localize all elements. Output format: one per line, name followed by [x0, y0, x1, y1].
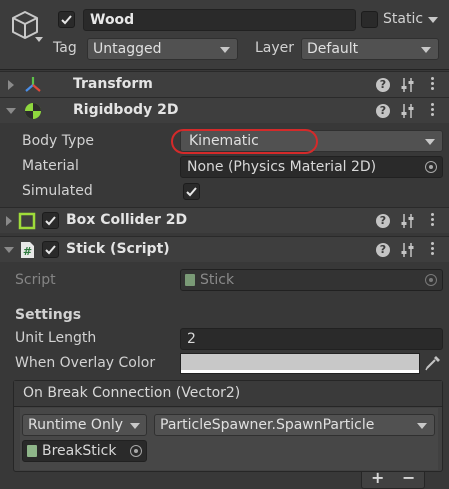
help-icon[interactable]: ?: [376, 214, 390, 228]
runtime-mode-dropdown[interactable]: Runtime Only: [22, 414, 147, 436]
component-enabled-checkbox[interactable]: [42, 212, 59, 229]
chevron-down-icon: [130, 423, 140, 429]
static-dropdown-caret-icon[interactable]: [428, 17, 438, 23]
gameobject-name-input[interactable]: Wood: [83, 9, 356, 31]
settings-heading: Settings: [15, 307, 82, 323]
foldout-arrow-icon[interactable]: [6, 216, 12, 226]
chevron-down-icon: [425, 139, 435, 145]
color-alpha-bar: [181, 370, 419, 373]
chevron-down-icon: [417, 423, 427, 429]
tag-value: Untagged: [93, 41, 162, 57]
layer-label: Layer: [255, 40, 295, 56]
chevron-down-icon: [421, 47, 431, 53]
layer-dropdown[interactable]: Default: [301, 38, 439, 60]
function-dropdown[interactable]: ParticleSpawner.SpawnParticle: [154, 414, 435, 436]
unity-event-panel: On Break Connection (Vector2) Runtime On…: [13, 380, 443, 472]
script-asset-icon: [185, 274, 195, 286]
annotation-highlight: [171, 129, 318, 154]
script-label: Script: [15, 272, 56, 288]
unity-event-title: On Break Connection (Vector2): [23, 385, 241, 401]
overlay-color-swatch[interactable]: [180, 353, 420, 374]
component-title: Transform: [73, 76, 153, 92]
object-picker-icon[interactable]: [425, 161, 437, 173]
rigidbody-icon: [25, 103, 41, 119]
static-label: Static: [383, 11, 424, 27]
static-checkbox[interactable]: [361, 11, 378, 28]
box-collider-component-header[interactable]: Box Collider 2D ?: [0, 207, 449, 233]
more-options-icon[interactable]: [431, 103, 435, 118]
component-title: Rigidbody 2D: [73, 102, 179, 118]
script-asset-icon: [27, 445, 37, 457]
target-object-value: BreakStick: [42, 443, 117, 459]
remove-listener-button[interactable]: −: [402, 468, 415, 487]
simulated-label: Simulated: [22, 183, 93, 199]
presets-icon[interactable]: [401, 242, 415, 258]
eyedropper-icon[interactable]: [424, 354, 442, 372]
body-type-label: Body Type: [22, 133, 94, 149]
function-value: ParticleSpawner.SpawnParticle: [160, 417, 375, 433]
material-field[interactable]: None (Physics Material 2D): [180, 156, 443, 178]
active-checkbox[interactable]: [58, 11, 75, 28]
listener-buttons: + −: [361, 468, 425, 489]
tag-label: Tag: [53, 40, 77, 56]
checkmark-icon: [61, 15, 72, 25]
unit-length-label[interactable]: Unit Length: [15, 330, 96, 346]
presets-icon[interactable]: [401, 77, 415, 93]
runtime-mode-value: Runtime Only: [28, 417, 123, 433]
transform-icon: [25, 77, 41, 92]
more-options-icon[interactable]: [431, 213, 435, 228]
script-icon: #: [21, 242, 34, 258]
more-options-icon[interactable]: [431, 77, 435, 92]
target-object-field[interactable]: BreakStick: [22, 440, 147, 462]
foldout-arrow-icon[interactable]: [4, 247, 14, 253]
checkmark-icon: [45, 245, 56, 255]
icon-dropdown-caret-icon[interactable]: [35, 37, 43, 42]
presets-icon[interactable]: [401, 213, 415, 229]
help-icon[interactable]: ?: [376, 104, 390, 118]
foldout-arrow-icon[interactable]: [8, 80, 14, 90]
component-title: Stick (Script): [66, 241, 170, 257]
svg-text:#: #: [23, 245, 32, 258]
checkmark-icon: [186, 187, 197, 197]
foldout-arrow-icon[interactable]: [6, 108, 16, 114]
gameobject-header: Wood Static Tag Untagged Layer Default: [0, 0, 449, 70]
simulated-checkbox[interactable]: [183, 183, 200, 200]
object-picker-icon[interactable]: [130, 445, 142, 457]
tag-dropdown[interactable]: Untagged: [87, 38, 238, 60]
material-value: None (Physics Material 2D): [187, 159, 377, 175]
overlay-color-label[interactable]: When Overlay Color: [15, 355, 155, 371]
chevron-down-icon: [220, 47, 230, 53]
transform-component-header[interactable]: Transform ?: [0, 71, 449, 97]
stick-script-component-header[interactable]: # Stick (Script) ?: [0, 236, 449, 262]
material-label: Material: [22, 158, 79, 174]
presets-icon[interactable]: [401, 103, 415, 119]
box-collider-icon: [18, 212, 36, 230]
gameobject-cube-icon[interactable]: [8, 10, 42, 40]
rigidbody-component-header[interactable]: Rigidbody 2D ?: [0, 97, 449, 123]
component-title: Box Collider 2D: [66, 212, 188, 228]
component-enabled-checkbox[interactable]: [42, 241, 59, 258]
unity-event-listener: Runtime Only ParticleSpawner.SpawnPartic…: [20, 408, 438, 470]
unit-length-input[interactable]: 2: [180, 328, 443, 350]
checkmark-icon: [45, 216, 56, 226]
help-icon[interactable]: ?: [376, 78, 390, 92]
object-picker-icon: [425, 274, 437, 286]
script-field: Stick: [180, 269, 443, 291]
help-icon[interactable]: ?: [376, 243, 390, 257]
more-options-icon[interactable]: [431, 242, 435, 257]
layer-value: Default: [307, 41, 359, 57]
add-listener-button[interactable]: +: [371, 468, 384, 487]
